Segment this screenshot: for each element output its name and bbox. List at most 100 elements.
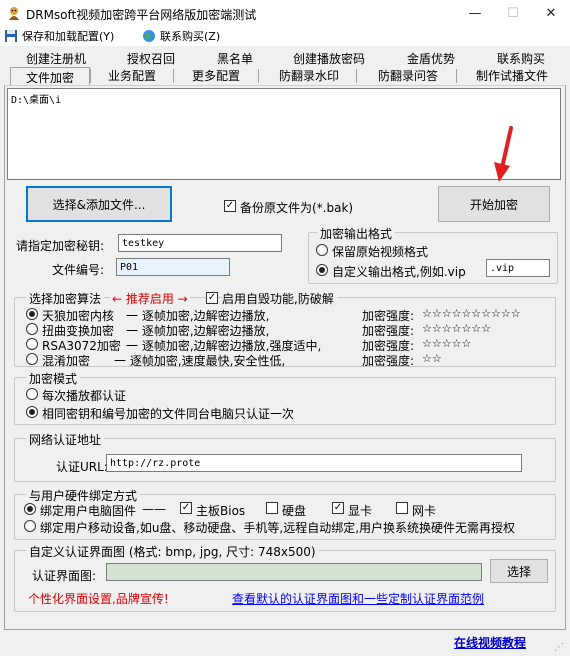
algorithm-radio-2[interactable]: [26, 323, 38, 335]
tab-divider: [456, 69, 457, 83]
auth-url-value: http://rz.prote: [110, 457, 201, 469]
backup-checkbox[interactable]: ✓: [224, 200, 236, 212]
tab-auth-recall[interactable]: 授权召回: [118, 50, 184, 67]
close-icon: ✕: [545, 5, 557, 21]
tab-create-play-password[interactable]: 创建播放密码: [288, 50, 370, 67]
output-format-legend: 加密输出格式: [317, 225, 396, 242]
check-icon: ✓: [225, 200, 235, 211]
tab-label: 制作试播文件: [475, 69, 548, 83]
tab-contact-buy[interactable]: 联系购买: [490, 50, 552, 67]
strength-label: 加密强度:: [362, 354, 415, 368]
select-files-label: 选择&添加文件...: [52, 197, 146, 212]
bind-pc-radio[interactable]: [24, 503, 36, 515]
algorithm-radio-3[interactable]: [26, 338, 38, 350]
menu-contact-buy[interactable]: 联系购买(Z): [142, 28, 220, 44]
file-list[interactable]: D:\桌面\i: [7, 88, 561, 180]
close-button[interactable]: ✕: [532, 0, 570, 26]
file-no-label: 文件编号:: [52, 263, 105, 277]
gpu-label: 显卡: [348, 504, 373, 518]
mode-once-per-pc-label: 相同密钥和编号加密的文件同台电脑只认证一次: [42, 407, 295, 421]
tab-label: 授权召回: [126, 52, 175, 66]
bind-pc-label: 绑定用户电脑固件: [40, 504, 137, 518]
keep-original-label: 保留原始视频格式: [332, 245, 429, 259]
algorithm-legend: 选择加密算法: [26, 290, 105, 307]
tab-create-keygen[interactable]: 创建注册机: [18, 50, 94, 67]
mode-radio-every-play[interactable]: [26, 388, 38, 400]
floppy-icon: [5, 30, 17, 42]
sample-link[interactable]: 查看默认的认证界面图和一些定制认证界面范例: [232, 590, 484, 607]
algorithm-name: 混淆加密: [42, 354, 91, 368]
tab-label: 联系购买: [496, 52, 545, 66]
app-logo-icon: [9, 7, 19, 20]
algorithm-desc: 一 逐帧加密,速度最快,安全性低,: [114, 354, 286, 368]
tab-anti-record-watermark[interactable]: 防翻录水印: [270, 67, 348, 84]
tab-label: 业务配置: [107, 69, 156, 83]
custom-format-value: .vip: [490, 262, 515, 274]
network-legend: 网络认证地址: [26, 431, 105, 448]
tab-advantages[interactable]: 金盾优势: [400, 50, 462, 67]
radio-selected-dot: [29, 409, 35, 415]
tab-label: 创建播放密码: [292, 52, 365, 66]
tab-anti-record-qa[interactable]: 防翻录问答: [368, 67, 448, 84]
key-input[interactable]: testkey: [118, 234, 282, 252]
tab-make-trial-file[interactable]: 制作试播文件: [466, 67, 558, 84]
custom-format-input[interactable]: .vip: [486, 259, 550, 277]
bind-mobile-radio[interactable]: [24, 520, 36, 532]
key-label: 请指定加密秘钥:: [16, 239, 105, 253]
file-no-input[interactable]: P01: [116, 258, 230, 276]
bind-dash: ——: [142, 502, 166, 516]
maximize-button[interactable]: ☐: [494, 0, 532, 26]
key-value: testkey: [122, 237, 165, 249]
algorithm-radio-4[interactable]: [26, 353, 38, 365]
mainboard-checkbox[interactable]: ✓: [180, 502, 192, 514]
custom-ui-legend: 自定义认证界面图 (格式: bmp, jpg, 尺寸: 748x500): [26, 543, 319, 560]
tutorial-link[interactable]: 在线视频教程: [454, 634, 526, 651]
select-files-button[interactable]: 选择&添加文件...: [26, 186, 172, 222]
browse-button[interactable]: 选择: [490, 559, 548, 583]
start-encrypt-button[interactable]: 开始加密: [438, 186, 550, 222]
bind-mobile-label: 绑定用户移动设备,如u盘、移动硬盘、手机等,远程自动绑定,用户换系统换硬件无需再…: [40, 521, 516, 535]
recommend-hint: ← 推荐启用 →: [110, 290, 190, 307]
keep-original-radio[interactable]: [316, 244, 328, 256]
tab-divider: [356, 69, 357, 83]
tab-label: 黑名单: [216, 52, 253, 66]
maximize-icon: ☐: [507, 5, 519, 21]
auth-url-input[interactable]: http://rz.prote: [106, 454, 522, 472]
gpu-checkbox[interactable]: ✓: [332, 502, 344, 514]
check-icon: ✓: [333, 502, 343, 513]
tab-file-encrypt[interactable]: 文件加密: [10, 67, 90, 86]
tab-more-config[interactable]: 更多配置: [184, 67, 248, 84]
algorithm-radio-1[interactable]: [26, 308, 38, 320]
radio-selected-dot: [27, 506, 33, 512]
check-icon: ✓: [207, 292, 217, 303]
radio-selected-dot: [29, 311, 35, 317]
tab-label: 金盾优势: [406, 52, 455, 66]
menu-contact-buy-label: 联系购买(Z): [160, 30, 221, 43]
custom-format-radio[interactable]: [316, 264, 328, 276]
resize-grip-icon[interactable]: ⋰: [554, 642, 566, 654]
mode-radio-once-per-pc[interactable]: [26, 406, 38, 418]
tab-business-config[interactable]: 业务配置: [100, 67, 164, 84]
tab-divider: [258, 69, 259, 83]
self-destruct-checkbox[interactable]: ✓: [206, 292, 218, 304]
strength-stars: ☆☆☆☆☆: [422, 337, 472, 350]
tab-label: 文件加密: [25, 70, 74, 85]
tab-blacklist[interactable]: 黑名单: [210, 50, 260, 67]
nic-checkbox[interactable]: [396, 502, 408, 514]
custom-ui-label: 认证界面图:: [32, 569, 97, 583]
mainboard-label: 主板Bios: [196, 504, 246, 518]
menu-save-load[interactable]: 保存和加载配置(Y): [4, 28, 114, 44]
custom-format-label: 自定义输出格式,例如.vip: [332, 265, 466, 279]
check-icon: ✓: [181, 502, 191, 513]
globe-icon: [143, 30, 155, 42]
red-arrow-icon: [494, 126, 513, 182]
mode-every-play-label: 每次播放都认证: [42, 389, 127, 403]
tab-divider: [173, 69, 174, 83]
custom-ui-path-input[interactable]: [106, 563, 482, 581]
tab-label: 防翻录水印: [278, 69, 339, 83]
start-encrypt-label: 开始加密: [469, 197, 518, 212]
disk-checkbox[interactable]: [266, 502, 278, 514]
branding-slogan: 个性化界面设置,品牌宣传!: [28, 592, 169, 606]
disk-label: 硬盘: [282, 504, 307, 518]
minimize-button[interactable]: —: [456, 0, 494, 26]
